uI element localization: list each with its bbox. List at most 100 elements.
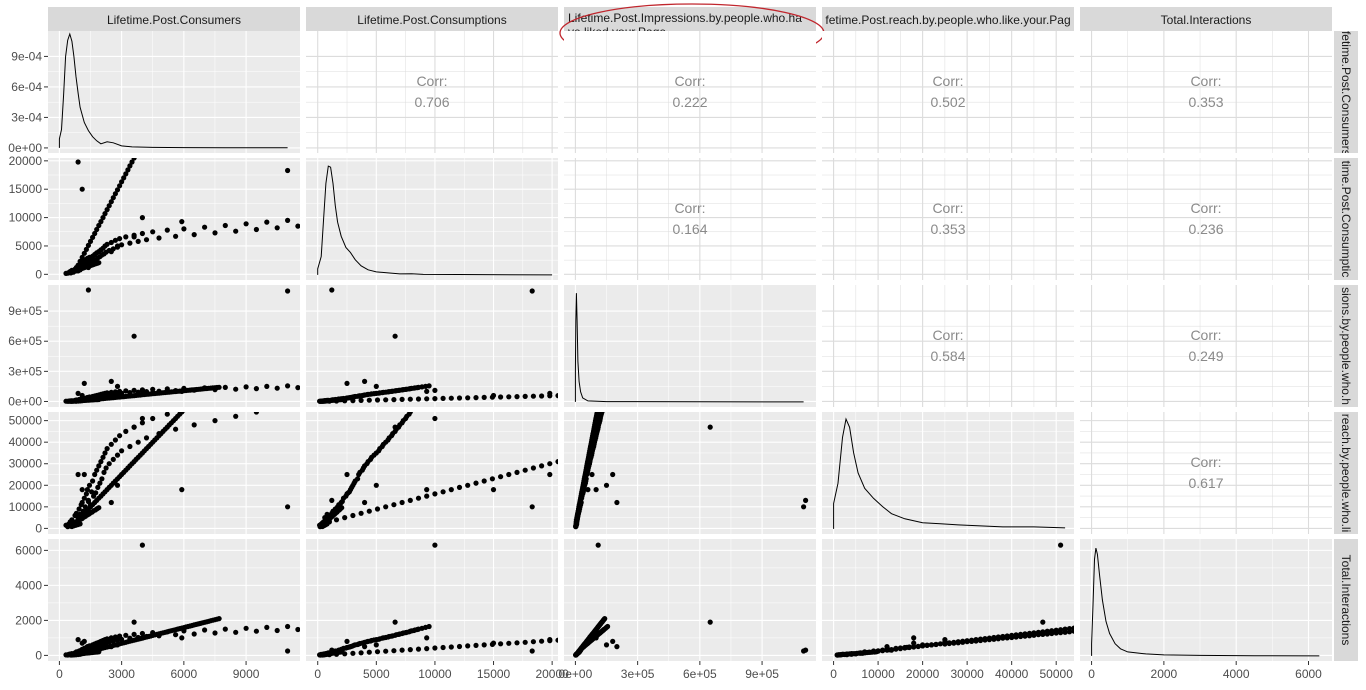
scatter-point-3-2-168 <box>603 482 610 488</box>
scatter-point-3-1-90 <box>366 508 372 514</box>
scatter-point-1-0-46 <box>135 238 141 244</box>
scatter-point-3-1-91 <box>374 506 381 512</box>
scatter-point-4-3-122 <box>1009 632 1015 639</box>
scatter-point-3-1-93 <box>391 502 397 508</box>
corr-value-0-3: 0.502 <box>930 94 965 110</box>
scatter-point-4-3-109 <box>951 639 957 645</box>
scatter-point-4-0-58 <box>233 629 239 635</box>
scatter-point-3-0-36 <box>106 461 112 467</box>
scatter-point-3-1-99 <box>440 489 446 495</box>
scatter-point-3-1-109 <box>522 467 528 473</box>
corr-value-0-4: 0.353 <box>1188 94 1223 110</box>
x-tick-label-3-5: 50000 <box>1040 667 1074 681</box>
scatter-point-3-1-103 <box>473 480 479 486</box>
scatter-point-3-1-169 <box>344 471 350 478</box>
scatter-point-3-1-105 <box>489 476 495 482</box>
scatter-point-3-0-52 <box>173 426 179 432</box>
scatter-point-3-1-137 <box>752 407 757 412</box>
scatter-point-3-1-32 <box>357 469 363 475</box>
scatter-point-3-1-87 <box>342 515 348 521</box>
panel-0-3 <box>822 31 1074 153</box>
scatter-point-4-1-99 <box>440 644 446 651</box>
scatter-point-4-3-86 <box>848 651 855 657</box>
scatter-point-4-1-107 <box>506 640 512 646</box>
scatter-point-1-0-162 <box>285 167 291 174</box>
x-tick-label-3-0: 0 <box>830 667 837 681</box>
scatter-point-4-3-103 <box>924 642 930 649</box>
x-tick-label-4-3: 6000 <box>1295 667 1322 681</box>
panel-0-4 <box>1080 31 1332 153</box>
y-tick-label-3-5: 50000 <box>9 414 43 428</box>
scatter-point-4-1-161 <box>490 640 497 646</box>
scatter-point-2-1-88 <box>350 398 356 404</box>
scatter-point-4-1-100 <box>448 644 454 650</box>
scatter-point-4-3-114 <box>973 637 979 643</box>
scatter-point-1-0-64 <box>295 223 300 229</box>
scatter-point-4-1-97 <box>424 646 430 652</box>
scatter-point-3-0-37 <box>108 441 114 447</box>
scatter-point-3-0-35 <box>104 446 110 452</box>
x-tick-label-1-1: 5000 <box>363 667 390 681</box>
scatter-point-3-0-49 <box>150 415 156 422</box>
scatter-point-3-2-60 <box>599 412 605 415</box>
scatter-point-4-0-169 <box>81 638 87 645</box>
scatter-point-1-0-160 <box>75 159 81 165</box>
scatter-point-3-2-137 <box>596 412 599 413</box>
scatter-point-4-3-113 <box>969 637 975 643</box>
scatter-point-4-3-99 <box>906 644 912 651</box>
scatter-point-4-0-159 <box>77 651 83 657</box>
scatter-point-2-1-95 <box>407 396 413 402</box>
scatter-point-4-1-102 <box>465 643 471 649</box>
panel-1-1 <box>306 158 558 280</box>
scatter-point-1-0-47 <box>139 230 145 237</box>
scatter-point-4-1-165 <box>432 542 438 548</box>
scatter-point-2-1-104 <box>481 394 487 400</box>
scatter-point-3-1-162 <box>529 504 535 510</box>
y-tick-label-0-0: 0e+00 <box>8 141 42 155</box>
scatter-point-1-0-164 <box>131 234 137 240</box>
scatter-point-3-1-160 <box>547 471 553 478</box>
panel-4-2 <box>564 539 816 661</box>
scatter-point-4-1-106 <box>498 641 504 647</box>
scatter-point-4-3-118 <box>991 634 997 641</box>
strip-right-label-group-0: ifetime.Post.Consumers <box>1339 31 1353 153</box>
scatter-matrix: Lifetime.Post.Consumers Lifetime.Post.Con… <box>0 0 1366 685</box>
scatter-point-2-1-163 <box>329 287 335 293</box>
scatter-point-3-0-159 <box>77 521 83 527</box>
scatter-point-1-0-55 <box>202 224 208 230</box>
scatter-point-2-0-163 <box>85 287 91 293</box>
scatter-point-4-1-87 <box>342 651 348 657</box>
scatter-point-3-1-106 <box>498 474 504 480</box>
scatter-point-3-0-56 <box>212 418 218 424</box>
scatter-point-4-3-161 <box>911 640 917 646</box>
scatter-point-4-3-91 <box>871 649 877 655</box>
scatter-point-4-3-104 <box>928 642 935 648</box>
y-tick-label-0-3: 9e-04 <box>11 49 42 63</box>
scatter-point-2-1-97 <box>424 396 430 402</box>
panel-2-3 <box>822 285 1074 407</box>
strip-right-label-2: sions.by.people.who.h <box>1339 287 1353 405</box>
scatter-point-4-0-63 <box>285 623 291 630</box>
scatter-point-3-0-53 <box>182 412 186 413</box>
scatter-point-4-2-169 <box>610 638 616 645</box>
scatter-point-1-0-113 <box>131 158 137 161</box>
scatter-point-4-0-54 <box>191 631 197 637</box>
scatter-point-4-1-110 <box>530 639 537 645</box>
scatter-point-2-1-100 <box>448 395 454 401</box>
scatter-point-3-1-58 <box>404 413 410 419</box>
scatter-point-3-0-30 <box>99 476 105 482</box>
scatter-point-1-0-61 <box>264 219 270 225</box>
panel-1-2 <box>564 158 816 280</box>
scatter-point-4-1-109 <box>522 639 528 645</box>
scatter-point-3-1-161 <box>490 487 497 493</box>
scatter-point-3-1-100 <box>448 487 454 493</box>
scatter-point-4-0-160 <box>75 637 81 643</box>
y-tick-label-4-3: 6000 <box>15 543 42 557</box>
x-tick-label-0-0: 0 <box>56 667 63 681</box>
corr-value-1-2: 0.164 <box>672 221 707 237</box>
scatter-point-4-1-91 <box>374 649 381 655</box>
scatter-point-4-1-164 <box>392 619 398 625</box>
scatter-point-4-3-105 <box>933 641 939 648</box>
scatter-point-4-3-117 <box>986 635 993 641</box>
scatter-point-3-1-24 <box>345 490 351 496</box>
